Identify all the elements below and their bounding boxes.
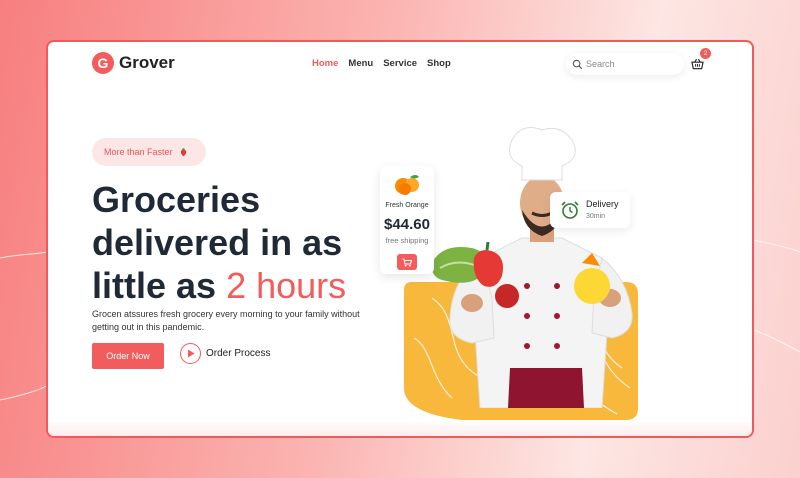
delivery-card: Delivery 30min [550, 192, 630, 228]
hero-headline: Groceries delivered in as little as 2 ho… [92, 178, 346, 307]
play-button[interactable] [180, 343, 201, 364]
brand-name: Grover [119, 53, 175, 72]
frame-footer-strip [48, 420, 752, 436]
headline-line-1: Groceries [92, 179, 261, 220]
logo-badge-icon: G [92, 52, 114, 74]
order-process-link[interactable]: Order Process [180, 343, 270, 364]
main-nav: Home Menu Service Shop [312, 58, 451, 69]
order-process-label: Order Process [206, 348, 271, 359]
order-now-button[interactable]: Order Now [92, 343, 164, 369]
alarm-clock-icon [561, 201, 579, 219]
nav-item-shop[interactable]: Shop [427, 58, 451, 69]
add-to-cart-button[interactable] [397, 254, 417, 270]
search-icon [572, 59, 583, 69]
headline-line-2: delivered in as [92, 222, 343, 263]
nav-item-home[interactable]: Home [312, 58, 338, 69]
cart-count-badge: 2 [700, 48, 711, 59]
play-icon [187, 349, 194, 358]
cart-icon [402, 257, 412, 267]
headline-line-3-prefix: little as [92, 265, 227, 306]
search-input[interactable] [586, 59, 676, 69]
search-box[interactable] [566, 53, 684, 75]
hero-description: Grocen atssures fresh grocery every morn… [92, 309, 360, 332]
delivery-title: Delivery [586, 199, 619, 209]
delivery-time: 30min [586, 213, 606, 220]
basket-icon [690, 58, 704, 70]
product-card[interactable]: Fresh Orange $44.60 free shipping [380, 166, 434, 274]
browser-frame: G Grover Home Menu Service Shop 2 More t… [46, 40, 754, 438]
headline-line-3: little as 2 hours [92, 264, 346, 307]
product-price: $44.60 [384, 216, 430, 233]
tagline-pill: More than Faster [92, 138, 206, 166]
brand-logo[interactable]: G Grover [92, 52, 175, 74]
cart-button[interactable]: 2 [686, 48, 711, 75]
headline-highlight: 2 hours [226, 265, 347, 306]
strawberry-icon [180, 147, 186, 157]
orange-fruit-icon [395, 175, 419, 195]
nav-item-service[interactable]: Service [383, 58, 417, 69]
nav-item-menu[interactable]: Menu [348, 58, 373, 69]
shipping-note: free shipping [385, 236, 429, 245]
chef-illustration [432, 127, 633, 408]
tagline-text: More than Faster [104, 147, 173, 157]
product-name: Fresh Orange [385, 202, 429, 209]
